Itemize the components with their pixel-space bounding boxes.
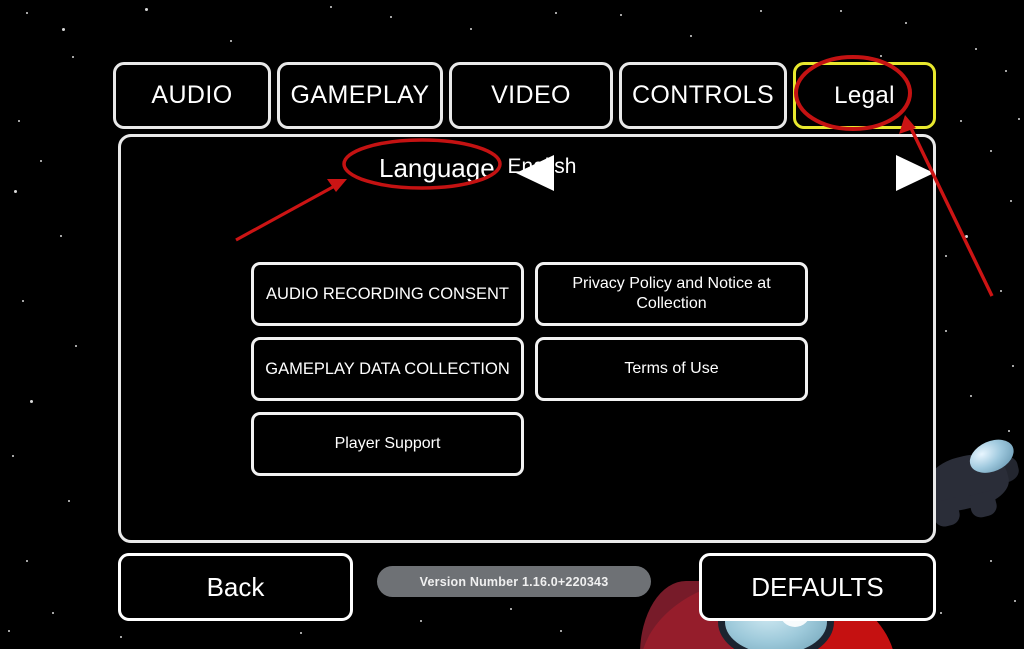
star bbox=[945, 255, 947, 257]
star bbox=[470, 28, 472, 30]
button-privacy-policy[interactable]: Privacy Policy and Notice at Collection bbox=[535, 262, 808, 326]
button-gameplay-data-collection[interactable]: GAMEPLAY DATA COLLECTION bbox=[251, 337, 524, 401]
star bbox=[62, 28, 65, 31]
star bbox=[1000, 290, 1002, 292]
settings-panel: Language English AUDIO RECORDING CONSENT… bbox=[118, 134, 936, 543]
tab-gameplay[interactable]: GAMEPLAY bbox=[277, 62, 443, 129]
star bbox=[940, 612, 942, 614]
star bbox=[22, 300, 24, 302]
grid-empty-cell bbox=[535, 412, 808, 476]
legal-buttons-grid: AUDIO RECORDING CONSENT Privacy Policy a… bbox=[251, 262, 808, 476]
button-player-support[interactable]: Player Support bbox=[251, 412, 524, 476]
language-value: English bbox=[507, 155, 577, 178]
star bbox=[760, 10, 762, 12]
star bbox=[1014, 600, 1016, 602]
star bbox=[880, 55, 882, 57]
star bbox=[18, 120, 20, 122]
star bbox=[75, 345, 77, 347]
defaults-button-label: DEFAULTS bbox=[751, 571, 884, 602]
star bbox=[60, 235, 62, 237]
star bbox=[300, 632, 302, 634]
star bbox=[1005, 70, 1007, 72]
star bbox=[12, 455, 14, 457]
star bbox=[990, 560, 992, 562]
star bbox=[960, 120, 962, 122]
button-terms-of-use[interactable]: Terms of Use bbox=[535, 337, 808, 401]
star bbox=[990, 150, 992, 152]
star bbox=[8, 630, 10, 632]
tab-controls[interactable]: CONTROLS bbox=[619, 62, 787, 129]
button-label: Terms of Use bbox=[624, 360, 719, 377]
star bbox=[68, 500, 70, 502]
button-audio-recording-consent[interactable]: AUDIO RECORDING CONSENT bbox=[251, 262, 524, 326]
back-button-label: Back bbox=[206, 571, 265, 602]
star bbox=[26, 12, 28, 14]
button-label: Privacy Policy and Notice at Collection bbox=[572, 275, 771, 312]
back-button[interactable]: Back bbox=[118, 553, 353, 621]
star bbox=[690, 35, 692, 37]
star bbox=[620, 14, 622, 16]
star bbox=[390, 16, 392, 18]
star bbox=[1010, 200, 1012, 202]
star bbox=[26, 560, 28, 562]
star bbox=[975, 48, 977, 50]
star bbox=[510, 608, 512, 610]
star bbox=[52, 612, 54, 614]
defaults-button[interactable]: DEFAULTS bbox=[699, 553, 936, 621]
triangle-right-icon[interactable] bbox=[896, 155, 934, 191]
star bbox=[970, 395, 972, 397]
star bbox=[555, 12, 557, 14]
version-number-pill: Version Number 1.16.0+220343 bbox=[377, 566, 651, 597]
star bbox=[120, 636, 122, 638]
tab-video-label: VIDEO bbox=[491, 81, 571, 109]
star bbox=[945, 330, 947, 332]
tab-legal-label: Legal bbox=[834, 81, 895, 109]
language-selector-row: Language English bbox=[121, 143, 934, 195]
tab-gameplay-label: GAMEPLAY bbox=[290, 81, 430, 109]
star bbox=[14, 190, 17, 193]
star bbox=[72, 56, 74, 58]
tab-video[interactable]: VIDEO bbox=[449, 62, 613, 129]
settings-tabbar: AUDIO GAMEPLAY VIDEO CONTROLS Legal bbox=[113, 62, 936, 129]
tab-controls-label: CONTROLS bbox=[631, 81, 775, 109]
tab-audio[interactable]: AUDIO bbox=[113, 62, 271, 129]
star bbox=[145, 8, 148, 11]
star bbox=[230, 40, 232, 42]
star bbox=[420, 620, 422, 622]
star bbox=[840, 10, 842, 12]
star bbox=[1012, 365, 1014, 367]
game-screen: AUDIO GAMEPLAY VIDEO CONTROLS Legal Lang… bbox=[0, 0, 1024, 649]
tab-legal[interactable]: Legal bbox=[793, 62, 936, 129]
star bbox=[905, 22, 907, 24]
star bbox=[965, 235, 968, 238]
button-label: AUDIO RECORDING CONSENT bbox=[266, 284, 509, 303]
button-label: Player Support bbox=[334, 435, 441, 452]
star bbox=[560, 630, 562, 632]
star bbox=[1018, 118, 1020, 120]
star bbox=[330, 6, 332, 8]
star bbox=[30, 400, 33, 403]
button-label: GAMEPLAY DATA COLLECTION bbox=[265, 359, 510, 378]
version-number-text: Version Number 1.16.0+220343 bbox=[419, 574, 609, 589]
tab-audio-label: AUDIO bbox=[151, 81, 233, 109]
star bbox=[40, 160, 42, 162]
